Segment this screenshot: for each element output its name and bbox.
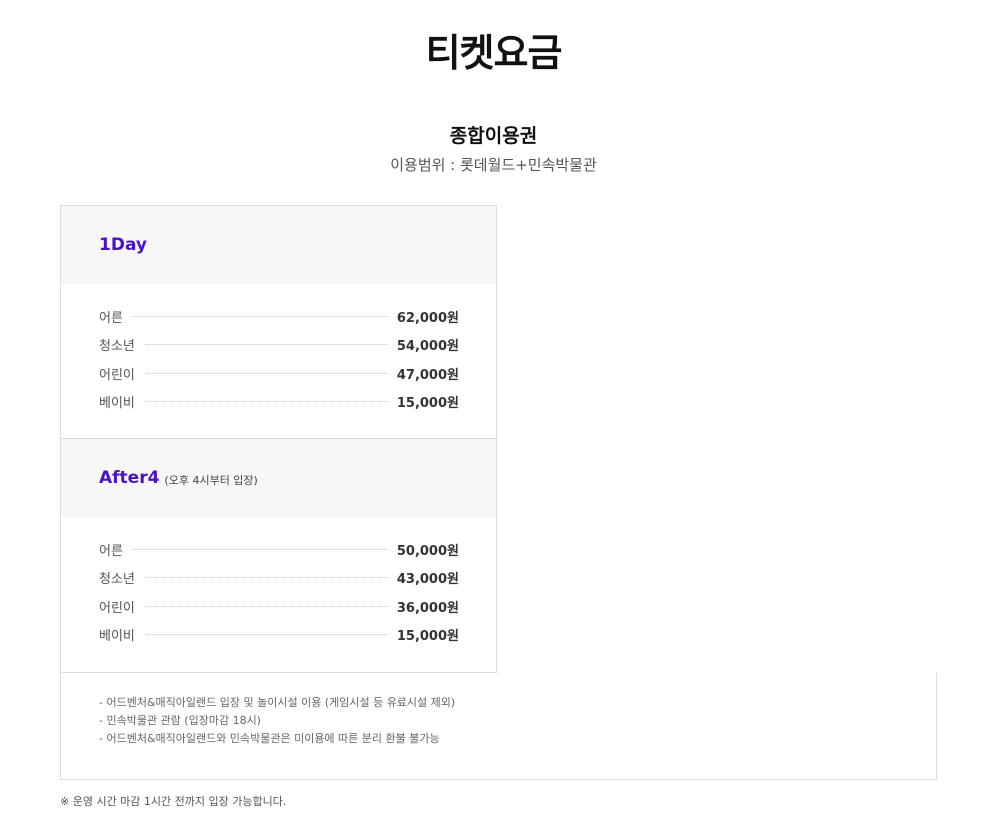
dotted-leader [144, 634, 387, 636]
note-line: - 어드벤처&매직아일랜드 입장 및 놀이시설 이용 (게임시설 등 유료시설 … [99, 696, 456, 709]
notes-box: - 어드벤처&매직아일랜드 입장 및 놀이시설 이용 (게임시설 등 유료시설 … [60, 673, 937, 780]
ticket-card-1day: 1Day 어른 62,000원 청소년 54,000원 어린이 47,000원 … [60, 205, 497, 439]
price-row-label: 어린이 [99, 600, 135, 616]
price-value: 50,000원 [396, 543, 459, 559]
price-row-baby: 베이비 15,000원 [99, 388, 459, 417]
note-line: - 어드벤처&매직아일랜드와 민속박물관은 미이용에 따른 분리 환불 불가능 [99, 732, 440, 745]
card-header: After4 (오후 4시부터 입장) [61, 439, 496, 517]
price-value: 54,000원 [396, 339, 459, 355]
price-row-adult: 어른 50,000원 [99, 535, 459, 564]
price-value: 15,000원 [396, 629, 459, 645]
dotted-leader [132, 315, 387, 317]
card-header: 1Day [61, 206, 496, 284]
page-title: 티켓요금 [425, 31, 563, 75]
card-title: After4 [99, 468, 160, 488]
price-row-label: 베이비 [99, 396, 135, 412]
price-list: 어른 50,000원 청소년 43,000원 어린이 36,000원 베이비 1… [61, 517, 496, 649]
price-row-label: 청소년 [99, 339, 135, 355]
ticket-card-after4: After4 (오후 4시부터 입장) 어른 50,000원 청소년 43,00… [60, 438, 497, 673]
price-row-label: 어린이 [99, 367, 135, 383]
dotted-leader [144, 605, 387, 607]
price-row-child: 어린이 47,000원 [99, 359, 459, 388]
price-row-child: 어린이 36,000원 [99, 592, 459, 621]
price-row-label: 베이비 [99, 629, 135, 645]
dotted-leader [144, 577, 387, 579]
price-value: 15,000원 [396, 396, 459, 412]
price-value: 43,000원 [396, 572, 459, 588]
price-value: 62,000원 [396, 310, 459, 326]
price-row-adult: 어른 62,000원 [99, 302, 459, 331]
pass-scope: 이용범위 : 롯데월드+민속박물관 [390, 156, 597, 174]
dotted-leader [144, 372, 387, 374]
footer-note: ※ 운영 시간 마감 1시간 전까지 입장 가능합니다. [60, 795, 287, 808]
price-row-label: 청소년 [99, 572, 135, 588]
price-value: 47,000원 [396, 367, 459, 383]
price-row-label: 어른 [99, 543, 123, 559]
dotted-leader [132, 548, 387, 550]
price-row-baby: 베이비 15,000원 [99, 621, 459, 650]
price-value: 36,000원 [396, 600, 459, 616]
price-row-youth: 청소년 54,000원 [99, 331, 459, 360]
price-row-label: 어른 [99, 310, 123, 326]
dotted-leader [144, 344, 387, 346]
price-list: 어른 62,000원 청소년 54,000원 어린이 47,000원 베이비 1… [61, 284, 496, 416]
card-title: 1Day [99, 235, 147, 255]
dotted-leader [144, 401, 387, 403]
pass-name: 종합이용권 [449, 125, 538, 147]
price-row-youth: 청소년 43,000원 [99, 564, 459, 593]
note-line: - 민속박물관 관람 (입장마감 18시) [99, 714, 261, 727]
card-note: (오후 4시부터 입장) [164, 473, 258, 487]
